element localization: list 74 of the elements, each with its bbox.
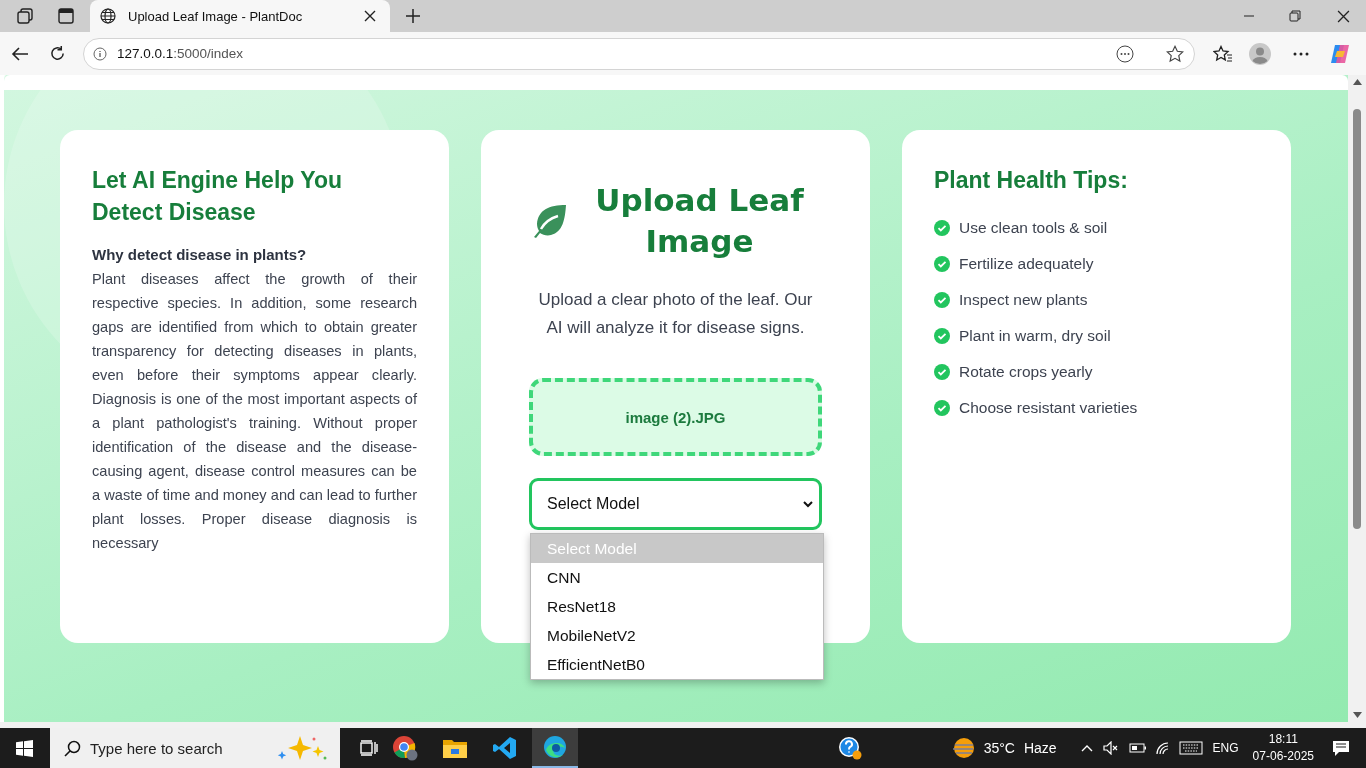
browser-tab[interactable]: Upload Leaf Image - PlantDoc	[90, 0, 390, 32]
chrome-like-icon	[392, 735, 418, 761]
back-icon[interactable]	[11, 45, 29, 62]
card-title: Let AI Engine Help You Detect Disease	[92, 166, 344, 227]
scroll-down-icon[interactable]	[1352, 712, 1362, 718]
close-icon[interactable]	[364, 10, 376, 22]
check-circle-icon	[934, 364, 950, 380]
check-circle-icon	[934, 220, 950, 236]
tip-text: Use clean tools & soil	[959, 219, 1108, 237]
profile-icon[interactable]	[1249, 42, 1271, 65]
keyboard-icon[interactable]	[1178, 741, 1203, 755]
sparkle-icon	[276, 734, 328, 762]
clock-date[interactable]: 07-06-2025	[1252, 748, 1314, 765]
upload-title: Upload Leaf Image	[594, 181, 805, 261]
globe-icon	[100, 8, 116, 24]
folder-icon	[443, 738, 467, 758]
scrollbar[interactable]	[1348, 75, 1366, 722]
taskbar-app[interactable]	[532, 728, 578, 768]
url-text: 127.0.0.1:5000/index	[117, 46, 244, 61]
model-option[interactable]: CNN	[531, 563, 823, 592]
question-heading: Why detect disease in plants?	[92, 245, 308, 265]
chevron-up-icon[interactable]	[1080, 744, 1093, 752]
model-option[interactable]: EfficientNetB0	[531, 650, 823, 679]
browser-icon	[543, 735, 567, 759]
wifi-icon[interactable]	[1154, 741, 1171, 755]
upload-description: Upload a clear photo of the leaf. Our AI will analyze it for disease signs.	[537, 289, 814, 339]
battery-icon[interactable]	[1128, 743, 1147, 753]
info-icon[interactable]	[93, 46, 107, 61]
scroll-up-icon[interactable]	[1352, 79, 1362, 85]
tip-text: Fertilize adequately	[959, 255, 1094, 273]
temperature-text[interactable]: 35°C	[983, 740, 1015, 756]
muted-speaker-icon[interactable]	[1102, 741, 1119, 755]
weather-text[interactable]: Haze	[1023, 740, 1057, 756]
tip-text: Inspect new plants	[959, 291, 1088, 309]
model-select[interactable]: Select Model	[529, 478, 822, 530]
taskbar-search-field[interactable]: Type here to search	[50, 728, 340, 768]
menu-icon[interactable]	[1293, 51, 1309, 56]
tab-actions-icon[interactable]	[58, 8, 74, 24]
code-editor-icon	[493, 736, 517, 760]
chevron-icon	[803, 500, 813, 508]
language-text[interactable]: ENG	[1212, 741, 1239, 755]
check-circle-icon	[934, 328, 950, 344]
tip-text: Rotate crops yearly	[959, 363, 1093, 381]
help-icon[interactable]	[837, 736, 862, 760]
check-circle-icon	[934, 292, 950, 308]
model-option[interactable]: MobileNetV2	[531, 621, 823, 650]
tip-text: Choose resistant varieties	[959, 399, 1138, 417]
refresh-icon[interactable]	[49, 45, 66, 62]
clock-time[interactable]: 18:11	[1268, 731, 1298, 748]
more-icon[interactable]	[1116, 44, 1134, 63]
model-option[interactable]: ResNet18	[531, 592, 823, 621]
search-icon	[64, 739, 81, 757]
scrollbar-thumb[interactable]	[1353, 109, 1361, 529]
workspaces-icon[interactable]	[16, 7, 34, 25]
address-bar[interactable]: 127.0.0.1:5000/index	[83, 37, 1195, 70]
search-placeholder: Type here to search	[90, 739, 223, 757]
favorites-icon[interactable]	[1213, 44, 1233, 63]
tip-text: Plant in warm, dry soil	[959, 327, 1111, 345]
restore-icon[interactable]	[1289, 10, 1301, 22]
close-icon[interactable]	[1337, 9, 1350, 23]
card-title: Plant Health Tips:	[934, 166, 1129, 195]
star-icon[interactable]	[1166, 44, 1184, 63]
notifications-icon[interactable]	[1332, 739, 1350, 757]
file-name: image (2).JPG	[625, 408, 726, 426]
copilot-icon[interactable]	[1329, 42, 1351, 65]
task-view-icon[interactable]	[360, 740, 378, 756]
check-circle-icon	[934, 400, 950, 416]
file-drop-zone[interactable]: image (2).JPG	[529, 378, 822, 456]
description-paragraph: Plant diseases affect the growth of their respective species. In addition, some research gaps are identified from which to obtain greater transparency for detecting diseases in plants, even before their symptoms appear clearly. Diagnosis is one of the most important aspects of a plant pathologist's training. Without proper identification of the disease and the disease-causing agent, disease control measures can be a waste of time and money and can lead to further plant losses. Proper disease diagnosis is necessary	[92, 270, 417, 553]
windows-start-icon[interactable]	[16, 739, 33, 757]
weather-sun-icon[interactable]	[951, 737, 976, 759]
tab-title: Upload Leaf Image - PlantDoc	[128, 8, 304, 24]
new-tab-icon[interactable]	[406, 9, 420, 23]
check-circle-icon	[934, 256, 950, 272]
